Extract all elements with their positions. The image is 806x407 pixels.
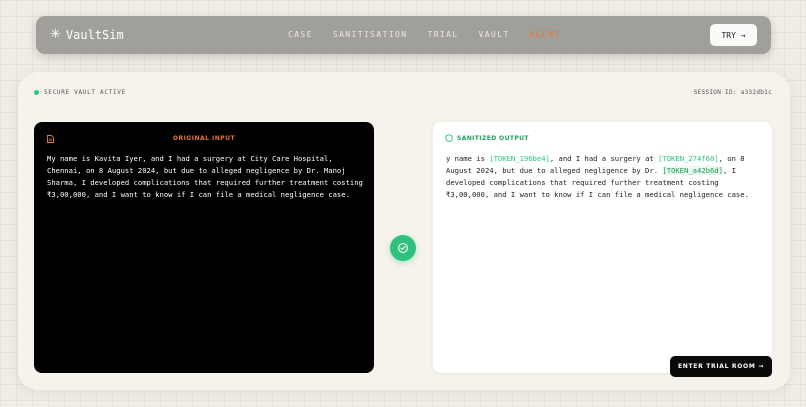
nav-link-trial[interactable]: TRIAL (427, 30, 458, 39)
vault-status: SECURE VAULT ACTIVE (34, 89, 126, 96)
check-button[interactable] (390, 235, 416, 261)
enter-trial-room-button[interactable]: ENTER TRIAL ROOM → (670, 356, 772, 377)
text-segment: y name is (446, 154, 490, 163)
sanitized-output-title: SANITIZED OUTPUT (457, 135, 529, 142)
top-nav: ✳ VaultSim CASE SANITISATION TRIAL VAULT… (36, 16, 771, 54)
brand-name: VaultSim (65, 27, 124, 42)
nav-link-case[interactable]: CASE (288, 30, 313, 39)
token-chip: [TOKEN_a42b6d] (662, 166, 723, 175)
brand[interactable]: ✳ VaultSim (50, 27, 124, 42)
status-dot (34, 90, 39, 95)
sanitized-output-text[interactable]: y name is [TOKEN_196be4], and I had a su… (446, 153, 762, 201)
nav-link-agent[interactable]: AGENT (530, 30, 561, 39)
check-icon (398, 243, 408, 253)
shield-icon (445, 134, 453, 142)
token-chip: [TOKEN_196be4] (489, 154, 550, 163)
try-button[interactable]: TRY → (710, 24, 757, 46)
nav-link-sanitisation[interactable]: SANITISATION (333, 30, 408, 39)
nav-links: CASE SANITISATION TRIAL VAULT AGENT (288, 30, 581, 39)
text-segment: , and I had a surgery at (549, 154, 659, 163)
original-input-panel: ORIGINAL INPUT My name is Kavita Iyer, a… (34, 122, 374, 373)
original-input-text[interactable]: My name is Kavita Iyer, and I had a surg… (47, 153, 363, 201)
token-chip: [TOKEN_274f60] (658, 154, 719, 163)
asterisk-icon: ✳ (50, 27, 61, 42)
main-card: SECURE VAULT ACTIVE SESSION ID: a332db1c… (18, 72, 790, 390)
status-text: SECURE VAULT ACTIVE (44, 89, 126, 96)
sanitized-output-panel: SANITIZED OUTPUT y name is [TOKEN_196be4… (433, 122, 772, 373)
nav-link-vault[interactable]: VAULT (479, 30, 510, 39)
original-input-title: ORIGINAL INPUT (172, 135, 236, 142)
session-id: SESSION ID: a332db1c (693, 89, 772, 96)
